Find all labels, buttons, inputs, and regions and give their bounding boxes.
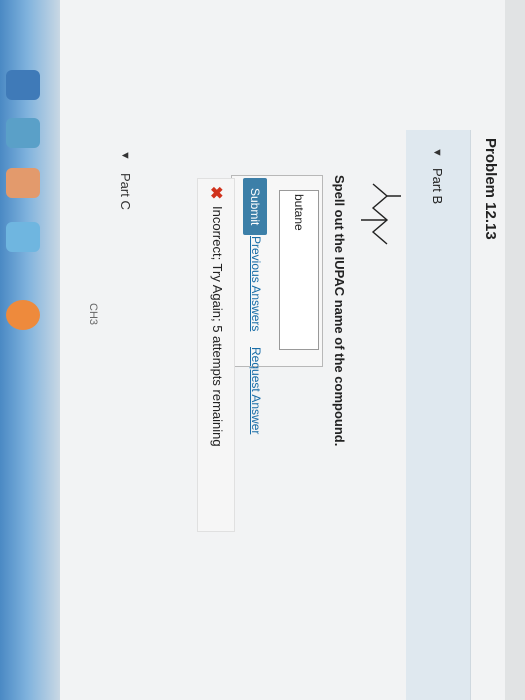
collapse-triangle-icon[interactable]: ▼ [431, 147, 443, 158]
part-b-header[interactable] [406, 130, 471, 700]
dock-icon[interactable] [6, 168, 40, 198]
dock-icon[interactable] [6, 222, 40, 252]
dock-icon[interactable] [6, 70, 40, 100]
dock-icon[interactable] [6, 118, 40, 148]
problem-title: Problem 12.13 [482, 138, 499, 240]
part-b-label[interactable]: Part B [430, 168, 445, 204]
answer-input[interactable] [279, 190, 319, 350]
request-answer-link[interactable]: Request Answer [249, 347, 263, 434]
page-header-shade [505, 0, 525, 700]
incorrect-x-icon: ✖ [207, 186, 224, 200]
structure-fragment-label: CH3 [87, 303, 99, 326]
collapse-triangle-icon[interactable]: ▼ [119, 150, 131, 161]
dock-icon[interactable] [6, 300, 40, 330]
feedback-text: Incorrect; Try Again; 5 attempts remaini… [210, 206, 225, 447]
question-prompt: Spell out the IUPAC name of the compound… [332, 175, 347, 447]
submit-button[interactable]: Submit [243, 178, 267, 236]
os-dock [0, 0, 60, 700]
previous-answers-link[interactable]: Previous Answers [249, 236, 263, 331]
page-content: Problem 12.13 ▼ Part B Spell out the IUP… [60, 0, 525, 700]
browser-viewport: Problem 12.13 ▼ Part B Spell out the IUP… [60, 0, 525, 700]
part-c-label[interactable]: Part C [118, 173, 133, 210]
